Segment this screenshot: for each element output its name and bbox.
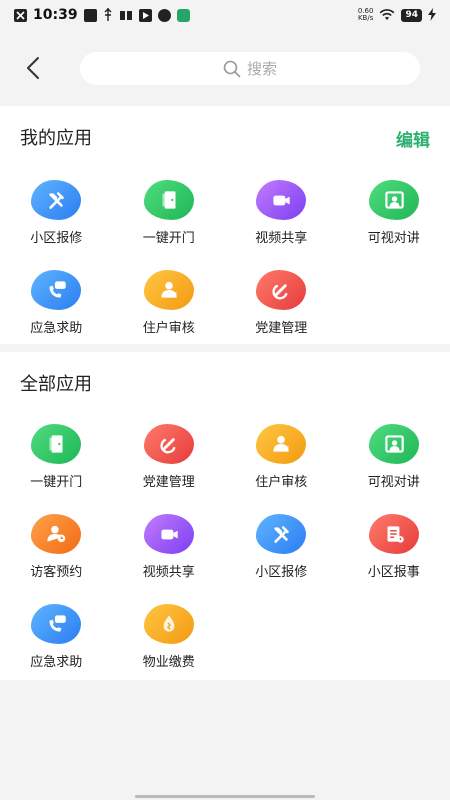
app-label: 小区报修: [30, 231, 83, 246]
app-label: 可视对讲: [367, 475, 420, 490]
app-label: 住户审核: [255, 475, 308, 490]
video-camera-icon: [256, 180, 307, 220]
status-bar-left: 10:39: [14, 6, 190, 25]
app-label: 可视对讲: [367, 231, 420, 246]
app-item[interactable]: 可视对讲: [338, 420, 450, 510]
chevron-left-icon: [27, 57, 39, 79]
my-apps-title: 我的应用: [20, 128, 92, 149]
app-label: 视频共享: [142, 565, 195, 580]
video-intercom-icon: [368, 424, 419, 464]
party-emblem-icon: [256, 270, 307, 310]
app-item[interactable]: 小区报事: [338, 510, 450, 600]
app-label: 应急求助: [30, 655, 83, 670]
my-apps-section: 我的应用 编辑 小区报修 一键开门 视频共享 可视对讲应急求助 住户审核 党建管理: [0, 106, 450, 344]
app-label: 住户审核: [142, 321, 195, 336]
app-label: 党建管理: [255, 321, 308, 336]
search-icon: [223, 60, 241, 77]
app-item[interactable]: 党建管理: [113, 420, 226, 510]
app-label: 一键开门: [30, 475, 83, 490]
edit-button[interactable]: 编辑: [396, 126, 430, 151]
app-label: 小区报修: [255, 565, 308, 580]
app-label: 应急求助: [30, 321, 83, 336]
tools-icon: [256, 514, 307, 554]
network-speed: 0.60 KB/s: [358, 8, 374, 22]
app-item[interactable]: 住户审核: [113, 266, 226, 356]
report-document-icon: [368, 514, 419, 554]
search-placeholder: 搜索: [246, 60, 277, 78]
app-item[interactable]: 视频共享: [225, 176, 338, 266]
app-item[interactable]: 小区报修: [225, 510, 338, 600]
status-time: 10:39: [33, 7, 78, 23]
status-bar-right: 0.60 KB/s 94: [358, 6, 436, 25]
app-item[interactable]: 应急求助: [0, 600, 113, 690]
charging-icon: [428, 6, 436, 25]
party-emblem-icon: [143, 424, 194, 464]
app-item[interactable]: 党建管理: [225, 266, 338, 356]
app-item[interactable]: 可视对讲: [338, 176, 450, 266]
app-item[interactable]: 应急求助: [0, 266, 113, 356]
app-item[interactable]: 物业缴费: [113, 600, 226, 690]
battery-indicator: 94: [401, 8, 422, 22]
app-item[interactable]: 访客预约: [0, 510, 113, 600]
app-item[interactable]: 一键开门: [0, 420, 113, 510]
my-apps-grid: 小区报修 一键开门 视频共享 可视对讲应急求助 住户审核 党建管理: [0, 176, 450, 356]
app-label: 物业缴费: [142, 655, 195, 670]
all-apps-title: 全部应用: [20, 374, 92, 395]
app-label: 视频共享: [255, 231, 308, 246]
app-item[interactable]: 一键开门: [113, 176, 226, 266]
back-button[interactable]: [20, 52, 46, 84]
compass-icon: [157, 8, 171, 22]
home-indicator[interactable]: [135, 795, 315, 798]
all-apps-grid: 一键开门 党建管理 住户审核 可视对讲访客预约 视频共享 小区报修 小区报事应急求助 物业缴费: [0, 420, 450, 690]
app-item[interactable]: 住户审核: [225, 420, 338, 510]
app-item[interactable]: 小区报修: [0, 176, 113, 266]
app-label: 党建管理: [142, 475, 195, 490]
visitor-appointment-icon: [31, 514, 82, 554]
header: 搜索: [0, 30, 450, 106]
book-icon: [119, 6, 133, 25]
property-payment-icon: [143, 604, 194, 644]
app-label: 一键开门: [142, 231, 195, 246]
app-label: 访客预约: [30, 565, 83, 580]
resident-review-icon: [143, 270, 194, 310]
app-item[interactable]: 视频共享: [113, 510, 226, 600]
door-icon: [143, 180, 194, 220]
door-icon: [31, 424, 82, 464]
all-apps-section: 全部应用 一键开门 党建管理 住户审核 可视对讲访客预约 视频共享 小区报修 小区报事应急求…: [0, 352, 450, 680]
network-speed-unit: KB/s: [357, 14, 374, 22]
usb-icon: [103, 6, 113, 25]
emergency-call-icon: [31, 270, 82, 310]
tools-icon: [31, 180, 82, 220]
app-notification-icon: [83, 8, 97, 22]
video-intercom-icon: [368, 180, 419, 220]
video-camera-icon: [143, 514, 194, 554]
app-label: 小区报事: [367, 565, 420, 580]
wechat-icon: [176, 8, 190, 22]
wifi-icon: [379, 6, 395, 25]
play-icon: [138, 8, 152, 22]
resident-review-icon: [256, 424, 307, 464]
status-bar: 10:39 0.60 KB/s 94: [0, 0, 450, 30]
notification-close-icon: [14, 8, 27, 22]
search-input[interactable]: 搜索: [80, 52, 420, 85]
emergency-call-icon: [31, 604, 82, 644]
